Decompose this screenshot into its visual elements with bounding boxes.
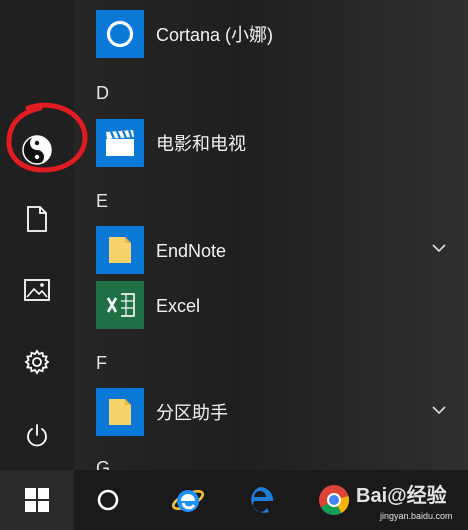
- cortana-search-button[interactable]: [80, 470, 136, 530]
- clapperboard-icon: [106, 130, 134, 156]
- chevron-down-icon[interactable]: [432, 243, 446, 253]
- edge-button[interactable]: [232, 470, 288, 530]
- cortana-circle-icon: [97, 489, 119, 511]
- internet-explorer-icon: [171, 490, 205, 512]
- settings-button[interactable]: [0, 338, 74, 386]
- app-name: Excel: [156, 296, 201, 316]
- power-button[interactable]: [0, 412, 74, 460]
- app-item-endnote[interactable]: EndNote: [74, 224, 468, 274]
- app-item-cortana[interactable]: Cortana (小娜): [74, 8, 468, 58]
- section-header-g[interactable]: G: [96, 458, 110, 470]
- app-item-movies-tv[interactable]: 电影和电视: [74, 117, 468, 167]
- section-header-d[interactable]: D: [96, 83, 109, 103]
- folder-icon: [109, 399, 131, 425]
- partition-assistant-tile: [96, 388, 144, 436]
- watermark-url: jingyan.baidu.com: [380, 511, 453, 521]
- cortana-icon: [106, 20, 134, 48]
- power-icon: [27, 424, 47, 447]
- section-header-e[interactable]: E: [96, 191, 108, 211]
- excel-tile: [96, 281, 144, 329]
- document-icon: [27, 206, 47, 232]
- start-button[interactable]: [0, 470, 74, 530]
- start-menu-side-rail: [0, 0, 88, 470]
- section-header-f[interactable]: F: [96, 353, 107, 373]
- windows-logo-icon: [25, 488, 49, 512]
- endnote-tile: [96, 226, 144, 274]
- chrome-button[interactable]: [306, 470, 362, 530]
- gear-icon: [24, 349, 50, 375]
- pictures-button[interactable]: [0, 266, 74, 314]
- chevron-down-icon[interactable]: [432, 405, 446, 415]
- app-name: EndNote: [156, 241, 227, 261]
- baidu-jingyan-watermark: Bai@经验 jingyan.baidu.com: [356, 480, 468, 530]
- folder-icon: [109, 237, 131, 263]
- documents-button[interactable]: [0, 195, 74, 243]
- chrome-icon: [319, 485, 350, 516]
- app-item-excel[interactable]: Excel: [74, 279, 468, 329]
- app-name: Cortana (小娜): [156, 25, 274, 45]
- pictures-icon: [24, 279, 50, 301]
- edge-icon: [251, 486, 274, 513]
- app-name: 分区助手: [156, 403, 228, 423]
- movies-tv-tile: [96, 119, 144, 167]
- app-name: 电影和电视: [156, 134, 246, 154]
- internet-explorer-button[interactable]: [160, 470, 216, 530]
- cortana-tile: [96, 10, 144, 58]
- watermark-logo: Bai@经验: [356, 485, 447, 507]
- app-list: Cortana (小娜) D 电影和电视 E EndNote Excel F 分…: [74, 0, 468, 470]
- app-item-partition-assistant[interactable]: 分区助手: [74, 386, 468, 436]
- excel-icon: [105, 292, 135, 318]
